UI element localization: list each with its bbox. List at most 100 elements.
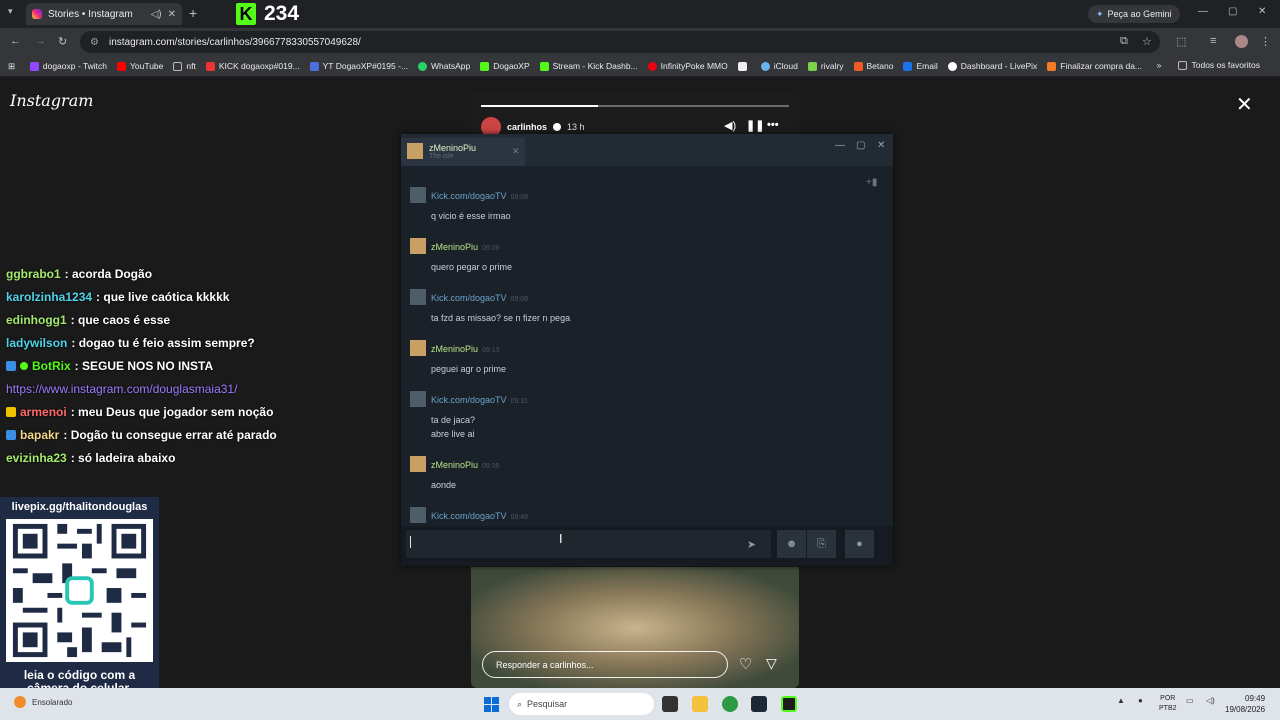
sender-avatar[interactable] bbox=[410, 340, 426, 356]
mute-icon[interactable]: ◀) bbox=[724, 119, 736, 132]
bookmark-15[interactable]: Finalizar compra da... bbox=[1047, 61, 1142, 71]
bookmark-5[interactable]: WhatsApp bbox=[418, 61, 470, 71]
chat-link[interactable]: https://www.instagram.com/douglasmaia31/ bbox=[6, 382, 237, 396]
reply-input[interactable]: Responder a carlinhos... bbox=[482, 651, 728, 678]
screen: ▾ Stories • Instagram ◁) ✕ + K 234 ✦ Peç… bbox=[0, 0, 1280, 720]
close-tab-icon[interactable]: ✕ bbox=[512, 146, 520, 157]
sender-avatar[interactable] bbox=[410, 187, 426, 203]
kick-app-icon[interactable] bbox=[781, 696, 797, 712]
chat-username[interactable]: armenoi bbox=[20, 405, 67, 419]
tab-audio-icon[interactable]: ◁) bbox=[151, 9, 162, 20]
taskbar-search[interactable]: ⌕ Pesquisar bbox=[509, 693, 654, 715]
bookmark-8[interactable]: InfinityPoke MMO bbox=[647, 61, 728, 71]
emoticon-icon[interactable]: ☻ bbox=[777, 530, 806, 558]
forward-icon[interactable]: → bbox=[35, 35, 46, 47]
bookmarks-overflow-icon[interactable]: » bbox=[1157, 60, 1169, 70]
bookmark-4[interactable]: YT DogaoXP#0195 -... bbox=[309, 61, 408, 71]
pause-icon[interactable]: ❚❚ bbox=[746, 119, 764, 132]
message-time: 09:35 bbox=[482, 463, 500, 470]
tab-close-icon[interactable]: ✕ bbox=[168, 9, 176, 20]
window-close-button[interactable]: ✕ bbox=[1258, 6, 1266, 17]
chat-tab-friend[interactable]: zMeninoPiu The isle ✕ bbox=[401, 138, 525, 166]
network-icon[interactable]: ▭ bbox=[1186, 696, 1194, 705]
bookmark-1[interactable]: YouTube bbox=[116, 61, 163, 71]
weather-widget[interactable]: Ensolarado bbox=[14, 696, 72, 708]
volume-icon[interactable]: ◁) bbox=[1206, 696, 1215, 705]
instagram-logo[interactable]: Instagram bbox=[10, 91, 93, 110]
chat-line: bapakr: Dogão tu consegue errar até para… bbox=[6, 423, 277, 446]
file-explorer-icon[interactable] bbox=[692, 696, 708, 712]
window-restore-button[interactable]: ▢ bbox=[1228, 6, 1237, 17]
attach-icon[interactable]: ⎘ bbox=[807, 530, 836, 558]
steam-icon[interactable] bbox=[751, 696, 767, 712]
back-icon[interactable]: ← bbox=[10, 35, 21, 47]
story-time: 13 h bbox=[567, 122, 585, 132]
all-bookmarks[interactable]: Todos os favoritos bbox=[1178, 60, 1260, 70]
tray-overflow-icon[interactable]: ▲ bbox=[1117, 696, 1125, 705]
address-bar[interactable]: ⚙ instagram.com/stories/carlinhos/396677… bbox=[80, 31, 1160, 53]
bookmark-2[interactable]: nft bbox=[173, 61, 196, 71]
gemini-button[interactable]: ✦ Peça ao Gemini bbox=[1088, 5, 1180, 23]
close-story-icon[interactable]: ✕ bbox=[1236, 92, 1253, 117]
tab-instagram[interactable]: Stories • Instagram ◁) ✕ bbox=[26, 3, 182, 25]
tray-mic-icon[interactable]: ● bbox=[1138, 696, 1143, 705]
story-username[interactable]: carlinhos bbox=[507, 122, 547, 132]
chat-username[interactable]: evizinha23 bbox=[6, 451, 67, 465]
like-heart-icon[interactable]: ♡ bbox=[739, 655, 752, 673]
sender-name[interactable]: zMeninoPiu bbox=[431, 460, 478, 470]
sender-name[interactable]: Kick.com/dogaoTV bbox=[431, 511, 507, 521]
sender-name[interactable]: Kick.com/dogaoTV bbox=[431, 191, 507, 201]
sender-avatar[interactable] bbox=[410, 507, 426, 523]
more-options-icon[interactable]: ••• bbox=[767, 119, 779, 131]
steam-minimize-button[interactable]: — bbox=[835, 140, 845, 151]
voice-icon[interactable]: ● bbox=[845, 530, 874, 558]
bookmark-13[interactable]: Email bbox=[903, 61, 938, 71]
language-indicator[interactable]: POR PTB2 bbox=[1159, 694, 1177, 714]
sender-avatar[interactable] bbox=[410, 456, 426, 472]
share-send-icon[interactable]: ▽ bbox=[766, 655, 777, 672]
chat-username[interactable]: edinhogg1 bbox=[6, 313, 67, 327]
install-app-icon[interactable]: ⧉ bbox=[1120, 35, 1128, 48]
reading-list-icon[interactable]: ≡ bbox=[1210, 35, 1216, 47]
task-view-icon[interactable] bbox=[662, 696, 678, 712]
site-info-icon[interactable]: ⚙ bbox=[90, 37, 99, 48]
menu-icon[interactable]: ⋮ bbox=[1260, 35, 1271, 48]
chat-username[interactable]: ggbrabo1 bbox=[6, 267, 61, 281]
send-message-icon[interactable]: ➤ bbox=[737, 530, 766, 558]
bookmark-6[interactable]: DogaoXP bbox=[480, 61, 530, 71]
sender-avatar[interactable] bbox=[410, 391, 426, 407]
window-minimize-button[interactable]: — bbox=[1198, 6, 1208, 17]
bookmark-7[interactable]: Stream - Kick Dashb... bbox=[539, 61, 638, 71]
apps-icon[interactable]: ⊞ bbox=[8, 61, 20, 72]
new-tab-button[interactable]: + bbox=[189, 5, 197, 21]
bookmark-10[interactable]: iCloud bbox=[760, 61, 798, 71]
profile-avatar[interactable] bbox=[1235, 35, 1248, 48]
bot-badge-icon bbox=[6, 360, 16, 371]
sender-name[interactable]: Kick.com/dogaoTV bbox=[431, 395, 507, 405]
reload-icon[interactable]: ↻ bbox=[58, 35, 67, 48]
steam-close-button[interactable]: ✕ bbox=[877, 140, 885, 151]
extensions-icon[interactable]: ⬚ bbox=[1176, 35, 1186, 48]
clock[interactable]: 09:49 19/08/2026 bbox=[1225, 693, 1265, 715]
chat-username[interactable]: bapakr bbox=[20, 428, 59, 442]
bookmark-14[interactable]: Dashboard - LivePix bbox=[947, 61, 1037, 71]
chat-username[interactable]: karolzinha1234 bbox=[6, 290, 92, 304]
bookmark-11[interactable]: rivalry bbox=[807, 61, 844, 71]
sender-avatar[interactable] bbox=[410, 238, 426, 254]
chat-username[interactable]: BotRix bbox=[32, 359, 71, 373]
sender-name[interactable]: zMeninoPiu bbox=[431, 242, 478, 252]
bookmark-3[interactable]: KICK dogaoxp#019... bbox=[205, 61, 300, 71]
message-input[interactable] bbox=[406, 530, 771, 558]
chrome-icon[interactable] bbox=[722, 696, 738, 712]
sender-avatar[interactable] bbox=[410, 289, 426, 305]
steam-maximize-button[interactable]: ▢ bbox=[856, 140, 865, 151]
bookmark-star-icon[interactable]: ☆ bbox=[1142, 35, 1152, 48]
bookmark-9[interactable] bbox=[737, 61, 751, 71]
bookmark-12[interactable]: Betano bbox=[853, 61, 893, 71]
tab-search-icon[interactable]: ▾ bbox=[8, 6, 13, 17]
sender-name[interactable]: zMeninoPiu bbox=[431, 344, 478, 354]
sender-name[interactable]: Kick.com/dogaoTV bbox=[431, 293, 507, 303]
start-button[interactable] bbox=[484, 697, 499, 712]
bookmark-0[interactable]: dogaoxp - Twitch bbox=[29, 61, 107, 71]
chat-username[interactable]: ladywilson bbox=[6, 336, 67, 350]
